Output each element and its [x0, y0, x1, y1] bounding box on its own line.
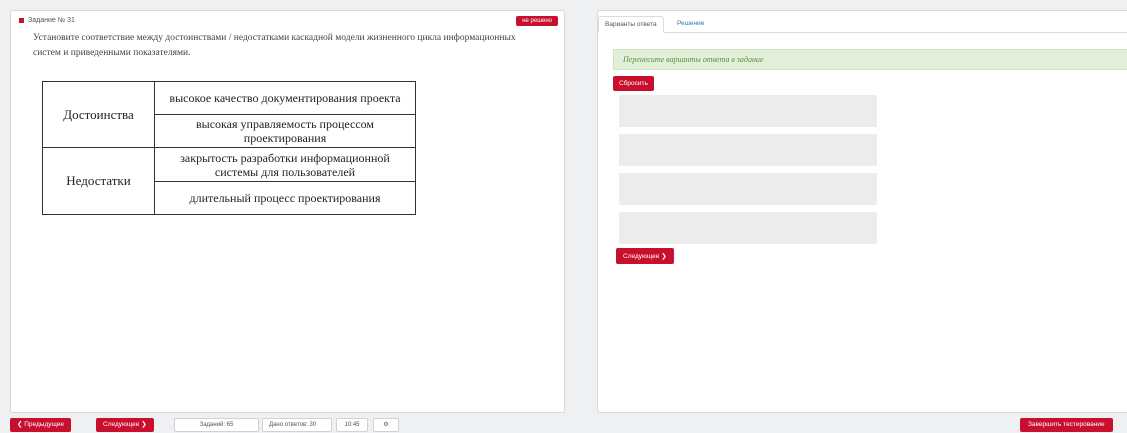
timer: 10:45	[336, 418, 368, 432]
answer-panel: Варианты ответа Решение Перенесите вариа…	[597, 10, 1127, 413]
hint-banner: Перенесите варианты ответа в задание	[613, 49, 1127, 70]
task-header: Задание № 31	[19, 17, 75, 24]
tab-answer-options[interactable]: Варианты ответа	[598, 16, 664, 33]
task-panel: Задание № 31 не решено Установите соотве…	[10, 10, 565, 413]
answer-slot[interactable]	[619, 212, 877, 244]
settings-icon[interactable]: ⚙	[373, 418, 399, 432]
task-number: Задание № 31	[28, 17, 75, 24]
prev-button[interactable]: ❮ Предыдущее	[10, 418, 72, 432]
answers-count: Дано ответов: 30	[262, 418, 332, 432]
next-button[interactable]: Следующее ❯	[616, 248, 674, 264]
answer-slot[interactable]	[619, 173, 877, 205]
table-cell: закрытость разработки информационной сис…	[154, 147, 416, 182]
tab-solution[interactable]: Решение	[671, 16, 710, 33]
answer-slot[interactable]	[619, 134, 877, 166]
question-text: Установите соответствие между достоинств…	[33, 33, 516, 58]
matching-table: Достоинства высокое качество документиро…	[42, 81, 416, 215]
task-marker-icon	[19, 18, 24, 23]
category-disadvantages: Недостатки	[42, 147, 155, 215]
reset-button[interactable]: Сбросить	[613, 76, 654, 91]
next-task-button[interactable]: Следующее ❯	[96, 418, 154, 432]
finish-test-button[interactable]: Завершить тестирование	[1020, 418, 1113, 432]
answer-tabs: Варианты ответа Решение	[598, 11, 1127, 33]
tasks-count: Заданий: 65	[174, 418, 259, 432]
table-cell: высокая управляемость процессом проектир…	[154, 114, 416, 148]
task-status-button[interactable]: не решено	[516, 16, 558, 26]
table-cell: длительный процесс проектирования	[154, 181, 416, 215]
answer-slot[interactable]	[619, 95, 877, 127]
category-advantages: Достоинства	[42, 81, 155, 148]
table-cell: высокое качество документирования проект…	[154, 81, 416, 115]
